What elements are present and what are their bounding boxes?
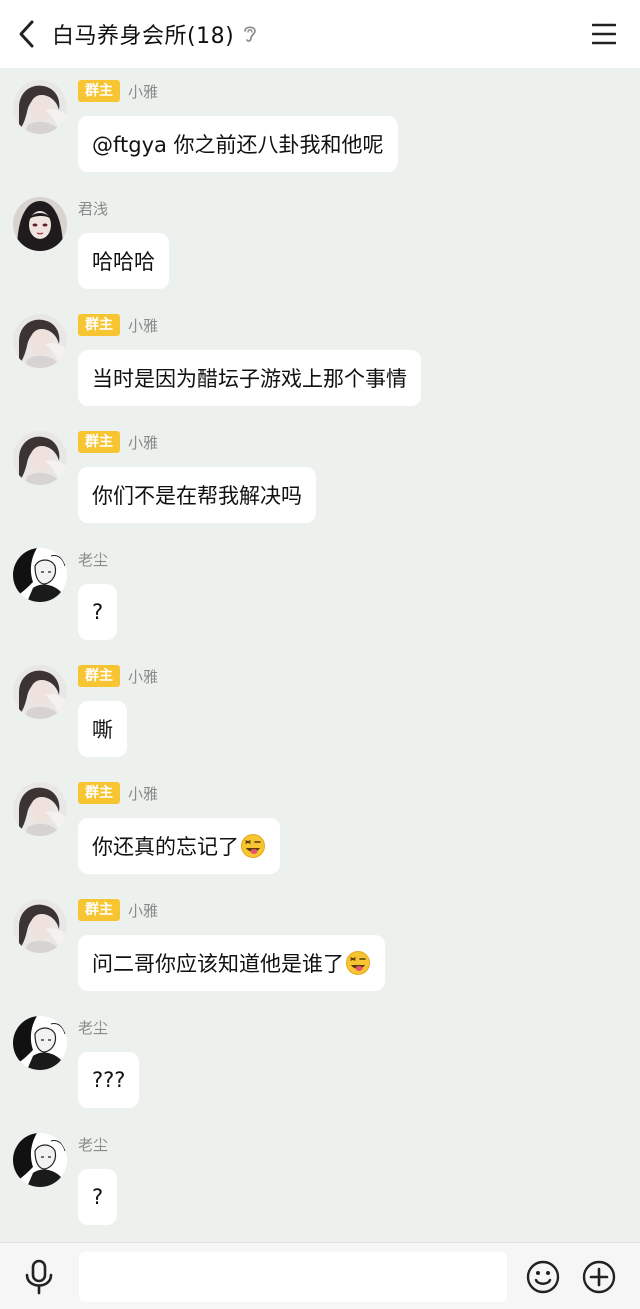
message-bubble[interactable]: @ftgya 你之前还八卦我和他呢: [78, 116, 398, 172]
avatar[interactable]: [13, 431, 67, 485]
owner-badge: 群主: [78, 782, 120, 804]
more-button[interactable]: [582, 1260, 616, 1294]
sender-name: 小雅: [128, 901, 159, 920]
message-bubble[interactable]: 哈哈哈: [78, 233, 169, 289]
message-item: 群主 小雅嘶: [0, 653, 640, 770]
message-input[interactable]: [79, 1252, 507, 1302]
message-item: 老尘???: [0, 1004, 640, 1121]
sender-meta: 群主 小雅: [78, 314, 158, 336]
message-item: 君浅哈哈哈: [0, 185, 640, 302]
message-item: 群主 小雅 @ftgya 你之前还八卦我和他呢: [0, 68, 640, 185]
owner-badge: 群主: [78, 899, 120, 921]
sender-meta: 群主 小雅: [78, 80, 158, 102]
tongue-wink-emoji: [241, 834, 265, 858]
message-list[interactable]: 群主 小雅 @ftgya 你之前还八卦我和他呢 君浅 哈哈哈 群主 小雅 当时是因为醋坛子游戏…: [0, 68, 640, 1242]
sender-meta: 群主 小雅: [78, 665, 158, 687]
sender-name: 老尘: [78, 1135, 109, 1154]
message-bubble[interactable]: 当时是因为醋坛子游戏上那个事情: [78, 350, 421, 406]
message-bubble[interactable]: 问二哥你应该知道他是谁了: [78, 935, 385, 991]
avatar[interactable]: [13, 782, 67, 836]
message-bubble[interactable]: ???: [78, 1052, 140, 1108]
chevron-left-icon: [19, 20, 34, 48]
smiley-icon: [526, 1260, 560, 1294]
avatar[interactable]: [13, 1016, 67, 1070]
message-text: ?: [92, 600, 104, 624]
chat-header: 白马养身会所(18): [0, 0, 640, 68]
message-bubble[interactable]: 嘶: [78, 701, 127, 757]
avatar[interactable]: [13, 899, 67, 953]
message-text: 你还真的忘记了: [92, 835, 239, 859]
message-bubble[interactable]: ?: [78, 1169, 118, 1225]
message-item: 老尘?: [0, 1121, 640, 1238]
message-text: ?: [92, 1185, 104, 1209]
avatar[interactable]: [13, 197, 67, 251]
message-item: 群主 小雅当时是因为醋坛子游戏上那个事情: [0, 302, 640, 419]
emoji-button[interactable]: [526, 1260, 560, 1294]
sender-name: 小雅: [128, 316, 159, 335]
owner-badge: 群主: [78, 665, 120, 687]
sender-meta: 君浅: [78, 197, 108, 219]
message-text: 嘶: [92, 718, 113, 742]
avatar[interactable]: [13, 314, 67, 368]
message-item: 群主 小雅你还真的忘记了: [0, 770, 640, 887]
menu-icon: [592, 23, 616, 45]
sender-name: 君浅: [78, 199, 109, 218]
tongue-wink-emoji: [346, 951, 370, 975]
message-text: 问二哥你应该知道他是谁了: [92, 952, 344, 976]
message-text: 哈哈哈: [92, 250, 155, 274]
title-area: 白马养身会所(18): [52, 18, 258, 50]
microphone-icon: [25, 1259, 53, 1295]
avatar[interactable]: [13, 80, 67, 134]
sender-meta: 老尘: [78, 1133, 108, 1155]
owner-badge: 群主: [78, 431, 120, 453]
sender-meta: 老尘: [78, 1016, 108, 1038]
owner-badge: 群主: [78, 80, 120, 102]
sender-name: 老尘: [78, 1018, 109, 1037]
sender-name: 小雅: [128, 433, 159, 452]
ear-icon: [242, 23, 258, 45]
sender-meta: 群主 小雅: [78, 782, 158, 804]
message-bubble[interactable]: 你们不是在帮我解决吗: [78, 467, 316, 523]
page-title: 白马养身会所(18): [52, 24, 235, 49]
message-bubble[interactable]: 你还真的忘记了: [78, 818, 280, 874]
avatar[interactable]: [13, 548, 67, 602]
sender-meta: 群主 小雅: [78, 899, 158, 921]
input-bar: [0, 1242, 640, 1309]
message-item: 群主 小雅你们不是在帮我解决吗: [0, 419, 640, 536]
sender-name: 老尘: [78, 550, 109, 569]
sender-name: 小雅: [128, 667, 159, 686]
avatar[interactable]: [13, 665, 67, 719]
plus-circle-icon: [582, 1260, 616, 1294]
avatar[interactable]: [13, 1133, 67, 1187]
message-bubble[interactable]: ?: [78, 584, 118, 640]
menu-button[interactable]: [590, 20, 618, 48]
voice-button[interactable]: [22, 1259, 56, 1295]
message-text: @ftgya 你之前还八卦我和他呢: [92, 133, 384, 157]
message-text: 你们不是在帮我解决吗: [92, 484, 302, 508]
owner-badge: 群主: [78, 314, 120, 336]
message-text: ???: [92, 1068, 126, 1092]
message-item: 老尘?: [0, 536, 640, 653]
sender-meta: 群主 小雅: [78, 431, 158, 453]
message-text: 当时是因为醋坛子游戏上那个事情: [92, 367, 407, 391]
sender-name: 小雅: [128, 82, 159, 101]
back-button[interactable]: [0, 0, 52, 68]
sender-meta: 老尘: [78, 548, 108, 570]
message-item: 群主 小雅问二哥你应该知道他是谁了: [0, 887, 640, 1004]
sender-name: 小雅: [128, 784, 159, 803]
